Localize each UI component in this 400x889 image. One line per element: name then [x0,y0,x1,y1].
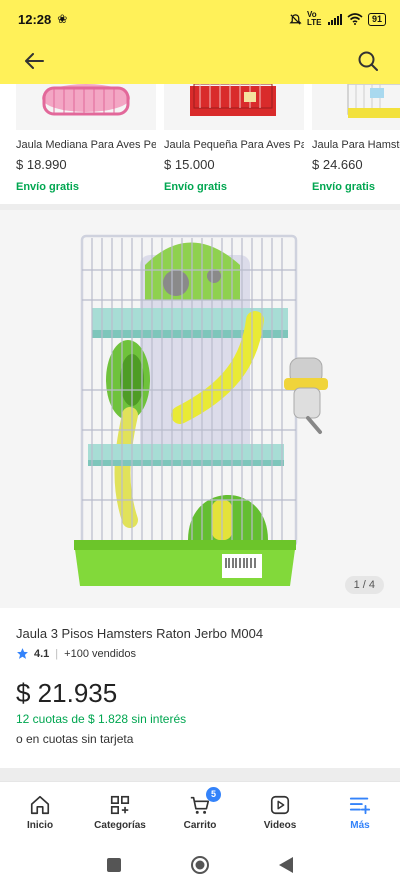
rating-value: 4.1 [34,647,50,660]
product-image [74,234,328,586]
installments-alt-link[interactable]: o en cuotas sin tarjeta [16,732,133,746]
related-product-card[interactable]: Jaula Mediana Para Aves Pequeñas $ 18.99… [16,84,156,204]
related-product-price: $ 15.000 [164,157,215,172]
related-product-title: Jaula Mediana Para Aves Pequeñas [16,139,156,151]
free-shipping-label: Envío gratis [164,181,227,193]
nav-label: Carrito [183,820,217,831]
nav-categorias[interactable]: Categorías [80,782,160,842]
installments-info: 12 cuotas de $ 1.828 sin interés [16,712,187,726]
product-thumbnail [16,84,156,130]
nav-label: Inicio [26,820,54,831]
battery-indicator: 91 [367,12,386,26]
fan-icon: ❀ [57,12,68,26]
related-product-card[interactable]: Jaula Para Hamster $ 24.660 Envío gratis [312,84,400,204]
mute-icon [289,13,302,25]
related-product-price: $ 18.990 [16,157,67,172]
search-button[interactable] [354,47,382,75]
product-thumbnail [312,84,400,130]
product-thumbnail [164,84,304,130]
back-triangle-icon[interactable] [278,856,294,874]
nav-mas[interactable]: Más [320,782,400,842]
wifi-icon [347,13,363,25]
recents-icon[interactable] [106,857,122,873]
app-header [0,38,400,84]
nav-label: Videos [263,820,297,831]
free-shipping-label: Envío gratis [312,181,375,193]
signal-icon [327,13,342,25]
cart-badge: 5 [206,787,221,802]
search-icon [358,51,378,71]
back-button[interactable] [20,47,48,75]
home-circle-icon[interactable] [190,855,210,875]
free-shipping-label: Envío gratis [16,181,79,193]
network-type: Vo LTE [306,10,322,27]
related-product-card[interactable]: Jaula Pequeña Para Aves Pajaros $ 15.000… [164,84,304,204]
nav-label: Categorías [94,820,146,831]
image-counter: 1 / 4 [344,576,384,594]
rating-separator: | [55,647,59,660]
nav-inicio[interactable]: Inicio [0,782,80,842]
home-icon [30,795,50,815]
categories-icon [110,795,130,815]
nav-videos[interactable]: Videos [240,782,320,842]
menu-plus-icon [349,797,371,815]
related-product-title: Jaula Para Hamster [312,139,400,151]
video-icon [270,795,290,815]
bottom-navigation: Inicio Categorías 5 Carrito Videos Más [0,781,400,841]
related-product-title: Jaula Pequeña Para Aves Pajaros [164,139,304,151]
status-time: 12:28 [18,11,52,27]
product-image-gallery[interactable]: 1 / 4 [0,210,400,608]
product-title: Jaula 3 Pisos Hamsters Raton Jerbo M004 [16,626,264,641]
sold-count: +100 vendidos [64,647,137,660]
nav-carrito[interactable]: 5 Carrito [160,782,240,842]
system-navigation-bar [0,841,400,889]
product-price: $ 21.935 [16,678,118,708]
nav-label: Más [350,820,370,831]
star-icon [17,648,28,659]
status-bar: 12:28 ❀ Vo LTE 91 [0,0,400,38]
status-icons: Vo LTE 91 [289,11,386,27]
related-product-price: $ 24.660 [312,157,363,172]
rating-row[interactable]: 4.1 | +100 vendidos [16,647,136,660]
product-info: Jaula 3 Pisos Hamsters Raton Jerbo M004 … [0,608,400,768]
related-products-carousel[interactable]: Jaula Mediana Para Aves Pequeñas $ 18.99… [0,84,400,204]
arrow-left-icon [25,53,44,69]
